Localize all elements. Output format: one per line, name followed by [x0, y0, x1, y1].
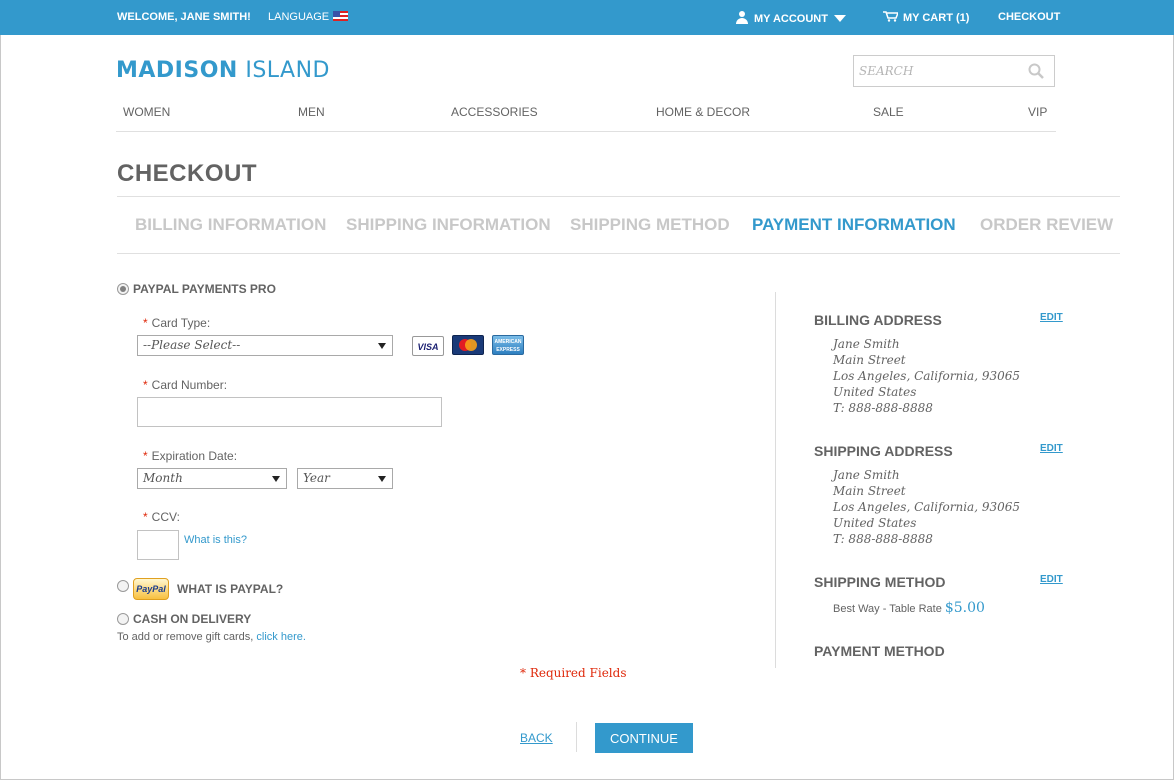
user-icon — [735, 11, 749, 24]
edit-shipping-address-link[interactable]: EDIT — [1040, 443, 1063, 454]
nav-item-accessories[interactable]: ACCESSORIES — [451, 105, 538, 119]
step-order-review[interactable]: ORDER REVIEW — [980, 215, 1113, 235]
dropdown-arrow-icon — [378, 476, 386, 482]
billing-address-line: Main Street — [833, 353, 906, 367]
continue-button[interactable]: CONTINUE — [595, 723, 693, 753]
logo[interactable]: MADISON ISLAND — [116, 58, 330, 83]
nav-item-women[interactable]: WOMEN — [123, 105, 170, 119]
cash-on-delivery-radio[interactable] — [117, 613, 129, 625]
paypal-payments-pro-radio[interactable] — [117, 283, 129, 295]
search-icon[interactable] — [1028, 63, 1044, 79]
shipping-address-line: United States — [833, 516, 917, 530]
amex-card-icon: AMERICAN EXPRESS — [492, 335, 524, 355]
language-switcher[interactable]: LANGUAGE — [268, 11, 349, 23]
expiration-year-select[interactable]: Year — [297, 468, 393, 489]
edit-shipping-method-link[interactable]: EDIT — [1040, 574, 1063, 585]
logo-light: ISLAND — [245, 58, 330, 83]
checkout-link[interactable]: CHECKOUT — [998, 11, 1060, 23]
chevron-down-icon — [833, 15, 846, 22]
nav-item-men[interactable]: MEN — [298, 105, 325, 119]
main-nav: WOMEN MEN ACCESSORIES HOME & DECOR SALE … — [116, 96, 1056, 132]
cart-icon — [883, 11, 898, 22]
my-cart-label: MY CART (1) — [903, 12, 970, 24]
checkout-steps: BILLING INFORMATION SHIPPING INFORMATION… — [117, 196, 1120, 254]
expiration-month-select[interactable]: Month — [137, 468, 287, 489]
shipping-address-line: T: 888-888-8888 — [833, 532, 933, 546]
nav-item-home-decor[interactable]: HOME & DECOR — [656, 105, 750, 119]
payment-method-title: PAYMENT METHOD — [814, 643, 945, 659]
page-title: CHECKOUT — [117, 160, 257, 187]
card-number-label: * Card Number: — [143, 378, 228, 392]
language-label: LANGUAGE — [268, 11, 330, 23]
card-type-label: * Card Type: — [143, 316, 211, 330]
edit-billing-link[interactable]: EDIT — [1040, 312, 1063, 323]
search-input[interactable] — [854, 56, 1024, 86]
ccv-label: * CCV: — [143, 510, 180, 524]
my-cart-link[interactable]: MY CART (1) — [883, 11, 969, 24]
us-flag-icon — [333, 11, 349, 21]
visa-card-icon: VISA — [412, 336, 444, 356]
gift-card-text: To add or remove gift cards, click here. — [117, 631, 306, 643]
shipping-address-title: SHIPPING ADDRESS — [814, 443, 953, 459]
required-marker: * — [143, 316, 148, 330]
ccv-input[interactable] — [137, 530, 179, 560]
card-number-input[interactable] — [137, 397, 442, 427]
column-divider — [775, 292, 776, 668]
search-box — [853, 55, 1055, 87]
dropdown-arrow-icon — [378, 343, 386, 349]
what-is-paypal-link[interactable]: WHAT IS PAYPAL? — [177, 582, 283, 596]
required-fields-note: * Required Fields — [520, 666, 627, 680]
shipping-price: $5.00 — [944, 600, 985, 616]
billing-address-line: T: 888-888-8888 — [833, 401, 933, 415]
paypal-payments-pro-label: PAYPAL PAYMENTS PRO — [133, 282, 276, 296]
shipping-address-line: Jane Smith — [833, 468, 900, 482]
paypal-radio[interactable] — [117, 580, 129, 592]
step-shipping-information[interactable]: SHIPPING INFORMATION — [346, 215, 551, 235]
step-billing-information[interactable]: BILLING INFORMATION — [135, 215, 326, 235]
cash-on-delivery-label: CASH ON DELIVERY — [133, 612, 252, 626]
billing-address-title: BILLING ADDRESS — [814, 312, 942, 328]
shipping-method-value: Best Way - Table Rate $5.00 — [833, 600, 985, 616]
gift-card-link[interactable]: click here. — [256, 631, 306, 643]
top-bar: WELCOME, JANE SMITH! LANGUAGE MY ACCOUNT… — [0, 0, 1174, 35]
what-is-this-link[interactable]: What is this? — [184, 534, 247, 546]
billing-address-line: Jane Smith — [833, 337, 900, 351]
shipping-address-line: Main Street — [833, 484, 906, 498]
shipping-address-line: Los Angeles, California, 93065 — [833, 500, 1021, 514]
my-account-menu[interactable]: MY ACCOUNT — [735, 11, 846, 25]
my-account-label: MY ACCOUNT — [754, 13, 828, 25]
welcome-message: WELCOME, JANE SMITH! — [117, 11, 251, 23]
dropdown-arrow-icon — [272, 476, 280, 482]
logo-bold: MADISON — [116, 58, 238, 83]
nav-item-sale[interactable]: SALE — [873, 105, 904, 119]
shipping-method-title: SHIPPING METHOD — [814, 574, 946, 590]
paypal-logo: PayPal — [133, 578, 169, 600]
expiration-date-label: * Expiration Date: — [143, 449, 238, 463]
billing-address-line: United States — [833, 385, 917, 399]
mastercard-card-icon — [452, 335, 484, 355]
billing-address-line: Los Angeles, California, 93065 — [833, 369, 1021, 383]
step-shipping-method[interactable]: SHIPPING METHOD — [570, 215, 730, 235]
button-divider — [576, 722, 577, 752]
back-link[interactable]: BACK — [520, 731, 553, 745]
card-type-select[interactable]: --Please Select-- — [137, 335, 393, 356]
nav-item-vip[interactable]: VIP — [1028, 105, 1047, 119]
step-payment-information[interactable]: PAYMENT INFORMATION — [752, 215, 956, 235]
